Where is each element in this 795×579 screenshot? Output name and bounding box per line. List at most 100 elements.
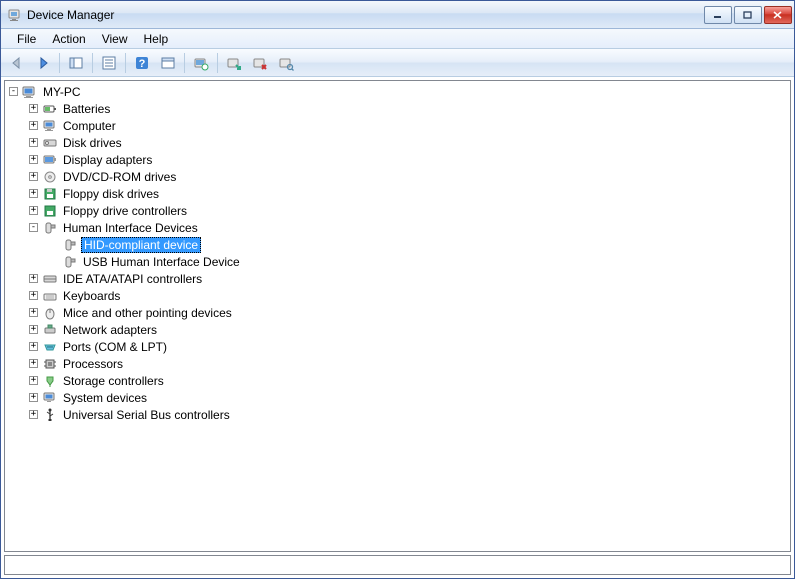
ports-icon [42,339,58,355]
menubar: File Action View Help [1,29,794,49]
expand-icon[interactable]: + [29,189,38,198]
dvd-cd-label[interactable]: DVD/CD-ROM drives [61,170,178,184]
root-label[interactable]: MY-PC [41,85,83,99]
menu-file[interactable]: File [9,32,44,46]
back-button[interactable] [5,51,29,75]
batteries-label[interactable]: Batteries [61,102,112,116]
enable-button[interactable] [222,51,246,75]
expand-icon[interactable]: + [29,325,38,334]
usb-hid-label[interactable]: USB Human Interface Device [81,255,242,269]
computer-label[interactable]: Computer [61,119,118,133]
system-label[interactable]: System devices [61,391,149,405]
window-title: Device Manager [27,8,704,22]
display-adapters-label[interactable]: Display adapters [61,153,154,167]
expand-icon[interactable]: + [29,172,38,181]
battery-icon [42,101,58,117]
expand-icon[interactable]: + [29,359,38,368]
window-controls [704,6,792,24]
scan-hardware-button[interactable] [274,51,298,75]
mice-label[interactable]: Mice and other pointing devices [61,306,234,320]
dvd-icon [42,169,58,185]
node-system[interactable]: + System devices [5,389,790,406]
device-tree[interactable]: - MY-PC + Batteries + Computer + Dis [4,80,791,552]
titlebar[interactable]: Device Manager [1,1,794,29]
help-button[interactable]: ? [130,51,154,75]
node-ports[interactable]: + Ports (COM & LPT) [5,338,790,355]
floppy-icon [42,186,58,202]
minimize-button[interactable] [704,6,732,24]
node-batteries[interactable]: + Batteries [5,100,790,117]
expand-icon[interactable]: + [29,121,38,130]
computer-small-icon [42,118,58,134]
expand-icon[interactable]: + [29,291,38,300]
collapse-icon[interactable]: - [9,87,18,96]
expand-icon[interactable]: + [29,104,38,113]
keyboards-label[interactable]: Keyboards [61,289,122,303]
floppy-ctrl-icon [42,203,58,219]
network-label[interactable]: Network adapters [61,323,159,337]
node-floppy-ctrl[interactable]: + Floppy drive controllers [5,202,790,219]
toolbar: ? [1,49,794,77]
node-keyboards[interactable]: + Keyboards [5,287,790,304]
ide-icon [42,271,58,287]
expand-icon[interactable]: + [29,308,38,317]
close-button[interactable] [764,6,792,24]
action-button[interactable] [156,51,180,75]
expand-icon[interactable]: + [29,274,38,283]
tree-root[interactable]: - MY-PC [5,83,790,100]
node-computer[interactable]: + Computer [5,117,790,134]
collapse-icon[interactable]: - [29,223,38,232]
expand-icon[interactable]: + [29,376,38,385]
toolbar-separator [217,53,218,73]
update-driver-button[interactable] [189,51,213,75]
node-floppy-disk[interactable]: + Floppy disk drives [5,185,790,202]
node-hid-compliant[interactable]: HID-compliant device [5,236,790,253]
hid-device-icon [62,237,78,253]
node-display-adapters[interactable]: + Display adapters [5,151,790,168]
no-expander [49,257,58,266]
ide-label[interactable]: IDE ATA/ATAPI controllers [61,272,204,286]
menu-view[interactable]: View [94,32,136,46]
node-storage[interactable]: + Storage controllers [5,372,790,389]
maximize-button[interactable] [734,6,762,24]
expand-icon[interactable]: + [29,410,38,419]
svg-text:?: ? [139,58,146,70]
hid-label[interactable]: Human Interface Devices [61,221,200,235]
node-processors[interactable]: + Processors [5,355,790,372]
expand-icon[interactable]: + [29,206,38,215]
expand-icon[interactable]: + [29,342,38,351]
toolbar-separator [184,53,185,73]
menu-help[interactable]: Help [136,32,177,46]
node-usb[interactable]: + Universal Serial Bus controllers [5,406,790,423]
floppy-disk-label[interactable]: Floppy disk drives [61,187,161,201]
node-hid[interactable]: - Human Interface Devices [5,219,790,236]
node-mice[interactable]: + Mice and other pointing devices [5,304,790,321]
expand-icon[interactable]: + [29,138,38,147]
device-manager-window: Device Manager File Action View Help [0,0,795,579]
storage-label[interactable]: Storage controllers [61,374,166,388]
node-disk-drives[interactable]: + Disk drives [5,134,790,151]
node-network[interactable]: + Network adapters [5,321,790,338]
ports-label[interactable]: Ports (COM & LPT) [61,340,169,354]
usb-label[interactable]: Universal Serial Bus controllers [61,408,232,422]
expand-icon[interactable]: + [29,393,38,402]
content-area: - MY-PC + Batteries + Computer + Dis [1,77,794,578]
disk-icon [42,135,58,151]
menu-action[interactable]: Action [44,32,93,46]
uninstall-button[interactable] [248,51,272,75]
forward-button[interactable] [31,51,55,75]
floppy-ctrl-label[interactable]: Floppy drive controllers [61,204,189,218]
properties-button[interactable] [97,51,121,75]
cpu-icon [42,356,58,372]
disk-drives-label[interactable]: Disk drives [61,136,124,150]
show-hide-console-tree-button[interactable] [64,51,88,75]
usb-icon [42,407,58,423]
node-dvd-cd[interactable]: + DVD/CD-ROM drives [5,168,790,185]
node-usb-hid[interactable]: USB Human Interface Device [5,253,790,270]
mouse-icon [42,305,58,321]
processors-label[interactable]: Processors [61,357,125,371]
statusbar [4,555,791,575]
node-ide[interactable]: + IDE ATA/ATAPI controllers [5,270,790,287]
hid-compliant-label[interactable]: HID-compliant device [81,237,201,253]
expand-icon[interactable]: + [29,155,38,164]
